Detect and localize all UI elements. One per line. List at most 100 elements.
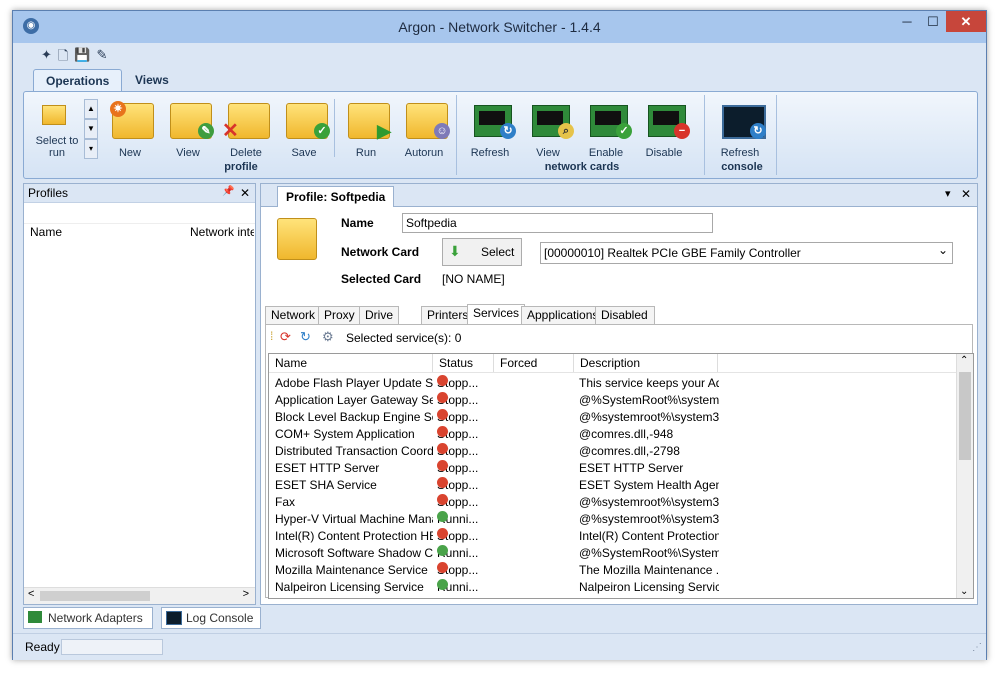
service-name: Adobe Flash Player Update Ser... bbox=[275, 376, 433, 390]
profile-group: Select to run ▲ ▼ ▾ ✷ New ✎ View ✕ Delet… bbox=[26, 95, 457, 175]
maximize-button[interactable]: ☐ bbox=[920, 11, 946, 32]
column-name[interactable]: Name bbox=[30, 223, 62, 241]
profile-name-input[interactable]: Softpedia bbox=[402, 213, 713, 233]
new-icon[interactable]: ✦ bbox=[41, 47, 52, 65]
run-button[interactable]: ▶ Run bbox=[338, 99, 394, 159]
service-description: @%systemroot%\system32... bbox=[579, 512, 719, 526]
minimize-button[interactable]: ─ bbox=[894, 11, 920, 32]
column-forced[interactable]: Forced bbox=[494, 354, 574, 372]
quick-access-toolbar: ✦ 🗋 💾 ✎ bbox=[41, 47, 107, 65]
table-row[interactable]: Fax Stopp... @%systemroot%\system32... bbox=[269, 494, 955, 511]
table-row[interactable]: ESET HTTP Server Stopp... ESET HTTP Server bbox=[269, 460, 955, 477]
service-status: Stopp... bbox=[437, 375, 495, 392]
autorun-button[interactable]: ☺ Autorun bbox=[396, 99, 452, 159]
tab-views[interactable]: Views bbox=[123, 69, 181, 91]
service-name: Microsoft Software Shadow Co... bbox=[275, 546, 433, 560]
scroll-thumb[interactable] bbox=[40, 591, 150, 601]
scroll-right-icon[interactable]: > bbox=[243, 588, 249, 600]
toggle-service-icon[interactable]: ⟳ bbox=[280, 329, 291, 345]
running-status-icon bbox=[437, 579, 448, 590]
select-card-button[interactable]: ⬇ Select bbox=[442, 238, 522, 266]
select-button-label: Select bbox=[481, 245, 515, 259]
tab-menu-icon[interactable]: ▾ bbox=[945, 187, 951, 200]
table-row[interactable]: Block Level Backup Engine Se... Stopp... @… bbox=[269, 409, 955, 426]
tab-services[interactable]: Services bbox=[467, 304, 526, 324]
horizontal-scrollbar[interactable]: < > bbox=[24, 587, 255, 604]
scroll-up-icon[interactable]: ⌃ bbox=[960, 355, 968, 366]
table-row[interactable]: Distributed Transaction Coordin... Stopp.… bbox=[269, 443, 955, 460]
close-icon[interactable]: ✕ bbox=[240, 186, 250, 200]
view-cards-button[interactable]: ⌕ View bbox=[520, 99, 576, 159]
table-row[interactable]: Application Layer Gateway Ser... Stopp...… bbox=[269, 392, 955, 409]
refresh-console-label: Refresh bbox=[720, 147, 760, 159]
tab-network[interactable]: Network bbox=[265, 306, 322, 325]
tab-drive-map[interactable]: Drive Map bbox=[359, 306, 400, 339]
network-card-dropdown[interactable]: [00000010] Realtek PCIe GBE Family Contr… bbox=[540, 242, 953, 264]
delete-button[interactable]: ✕ Delete bbox=[218, 99, 274, 159]
pin-icon[interactable]: 📌 bbox=[222, 186, 234, 197]
table-row[interactable]: ESET SHA Service Stopp... ESET System Heal… bbox=[269, 477, 955, 494]
new-button[interactable]: ✷ New bbox=[102, 99, 158, 159]
settings-gear-icon[interactable]: ⚙ bbox=[322, 329, 334, 345]
chevron-down-icon[interactable]: ⌄ bbox=[938, 240, 948, 260]
refresh-cards-button[interactable]: ↻ Refresh bbox=[462, 99, 518, 159]
tool-icon[interactable]: ✎ bbox=[97, 47, 108, 65]
service-name: Distributed Transaction Coordin... bbox=[275, 444, 433, 458]
tab-disabled-adapters[interactable]: Disabled Adapters bbox=[595, 306, 656, 339]
view-profile-button[interactable]: ✎ View bbox=[160, 99, 216, 159]
network-cards-group-label: network cards bbox=[544, 161, 620, 173]
user-icon: ☺ bbox=[434, 123, 450, 139]
refresh-console-button[interactable]: ↻ Refresh bbox=[712, 99, 768, 159]
service-status: Stopp... bbox=[437, 409, 495, 426]
tab-log-console[interactable]: Log Console bbox=[161, 607, 261, 629]
close-icon[interactable]: ✕ bbox=[961, 187, 971, 201]
profiles-panel-header: Profiles 📌 ✕ bbox=[24, 184, 255, 203]
save-icon[interactable]: 💾 bbox=[74, 47, 90, 65]
folder-icon bbox=[42, 105, 66, 125]
service-status: Stopp... bbox=[437, 460, 495, 477]
column-network-interface[interactable]: Network interf bbox=[190, 223, 254, 241]
table-row[interactable]: Mozilla Maintenance Service Stopp... The M… bbox=[269, 562, 955, 579]
service-description: @%systemroot%\system32... bbox=[579, 410, 719, 424]
profile-panel: Profile: Softpedia ▾ ✕ Name Softpedia Ne… bbox=[260, 183, 978, 605]
column-description[interactable]: Description bbox=[574, 354, 718, 372]
spark-icon: ✷ bbox=[110, 101, 126, 117]
disable-card-button[interactable]: − Disable bbox=[636, 99, 692, 159]
service-status: Runni... bbox=[437, 511, 495, 528]
scroll-down-icon[interactable]: ▼ bbox=[84, 119, 98, 139]
vertical-scrollbar[interactable]: ⌃ ⌄ bbox=[956, 354, 973, 598]
tab-profile-softpedia[interactable]: Profile: Softpedia bbox=[277, 186, 395, 207]
scroll-thumb[interactable] bbox=[959, 372, 971, 460]
table-row[interactable]: COM+ System Application Stopp... @comres.d… bbox=[269, 426, 955, 443]
tab-applications[interactable]: Appplications bbox=[521, 306, 605, 325]
document-icon[interactable]: 🗋 bbox=[58, 47, 68, 65]
table-row[interactable]: Intel(R) Content Protection HE... Stopp..… bbox=[269, 528, 955, 545]
table-row[interactable]: Microsoft Software Shadow Co... Runni... @… bbox=[269, 545, 955, 562]
tab-network-adapters[interactable]: Network Adapters bbox=[23, 607, 153, 629]
stopped-status-icon bbox=[437, 409, 448, 420]
select-to-run[interactable]: Select to run ▲ ▼ ▾ bbox=[32, 99, 98, 161]
enable-card-button[interactable]: ✓ Enable bbox=[578, 99, 634, 159]
stop-icon: − bbox=[674, 123, 690, 139]
table-row[interactable]: Adobe Flash Player Update Ser... Stopp...… bbox=[269, 375, 955, 392]
scroll-down-icon[interactable]: ⌄ bbox=[960, 586, 968, 597]
column-status[interactable]: Status bbox=[433, 354, 494, 372]
scroll-left-icon[interactable]: < bbox=[28, 588, 34, 600]
expand-icon[interactable]: ▾ bbox=[84, 139, 98, 159]
table-row[interactable]: Hyper-V Virtual Machine Mana... Runni... @… bbox=[269, 511, 955, 528]
scroll-up-icon[interactable]: ▲ bbox=[84, 99, 98, 119]
refresh-icon[interactable]: ↻ bbox=[300, 329, 311, 345]
column-name[interactable]: Name bbox=[269, 354, 433, 372]
ribbon: Select to run ▲ ▼ ▾ ✷ New ✎ View ✕ Delet… bbox=[23, 91, 978, 179]
resize-grip-icon[interactable]: ⋰ bbox=[972, 642, 982, 653]
title-bar[interactable]: ◉ Argon - Network Switcher - 1.4.4 ─ ☐ ✕ bbox=[13, 11, 986, 43]
tab-proxy[interactable]: Proxy bbox=[318, 306, 361, 325]
name-label: Name bbox=[341, 216, 374, 230]
table-row[interactable]: Nalpeiron Licensing Service Runni... Nalpe… bbox=[269, 579, 955, 596]
service-description: This service keeps your Ad... bbox=[579, 376, 719, 390]
stopped-status-icon bbox=[437, 443, 448, 454]
tab-operations[interactable]: Operations bbox=[33, 69, 123, 92]
save-button[interactable]: ✓ Save bbox=[276, 99, 332, 159]
status-bar: Ready ⋰ bbox=[13, 633, 986, 660]
close-button[interactable]: ✕ bbox=[946, 11, 986, 32]
